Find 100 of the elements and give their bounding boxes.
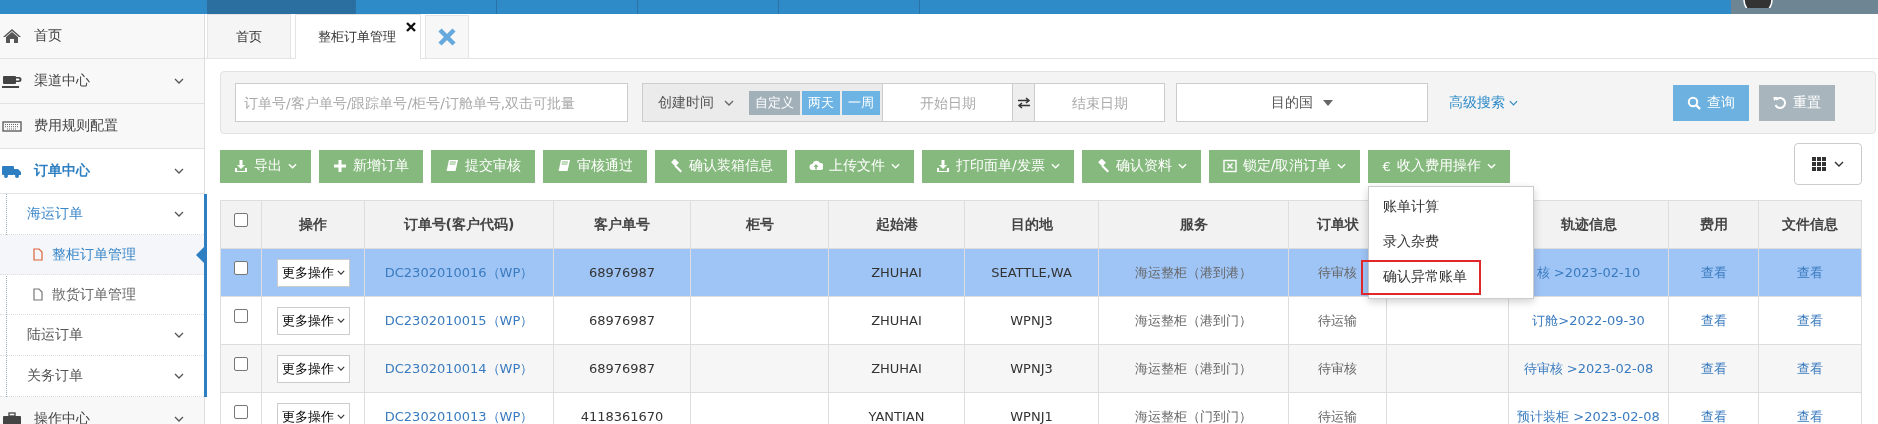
column-header: 文件信息 — [1781, 214, 1839, 234]
checkbox[interactable] — [234, 356, 248, 371]
file-icon — [33, 248, 43, 261]
order-link[interactable]: DC2302010014（WP） — [384, 359, 534, 378]
chevron-down-icon — [174, 332, 184, 338]
user-panel[interactable] — [1731, 0, 1878, 14]
close-icon — [437, 27, 457, 47]
view-link[interactable]: 查看 — [1797, 359, 1823, 378]
country-select[interactable]: 目的国 — [1176, 83, 1428, 122]
sidebar-item[interactable]: 散货订单管理 — [0, 275, 204, 315]
more-actions-button[interactable]: 更多操作 — [276, 402, 350, 424]
table-cell: 海运整柜（门到门） — [1135, 407, 1252, 424]
download-icon — [936, 159, 950, 173]
book-icon — [445, 159, 459, 173]
sidebar-item[interactable]: 整柜订单管理 — [0, 235, 204, 275]
start-date-field[interactable]: 开始日期 — [882, 84, 1012, 121]
grid-icon — [1812, 157, 1826, 171]
table-row[interactable]: 更多操作 DC2302010014（WP） 68976987 ZHUHAI WPNJ3 海运整柜（港到门） 待审核 待审核 >2023-02-08 查看 查看 — [221, 345, 1861, 393]
sidebar-item[interactable]: 渠道中心 — [0, 59, 204, 104]
table-cell: 68976987 — [588, 265, 656, 280]
track-link[interactable]: 预计装柜 >2023-02-08 — [1517, 407, 1660, 424]
table-row[interactable]: 更多操作 DC2302010013（WP） 4118361670 YANTIAN WPNJ1 海运整柜（门到门） 待运输 预计装柜 >2023-02-08 查看 查看 — [221, 393, 1861, 424]
table-cell: 68976987 — [588, 313, 656, 328]
table-cell: YANTIAN — [868, 409, 925, 424]
search-field[interactable]: 订单号/客户单号/跟踪单号/柜号/订舱单号,双击可批量 — [235, 83, 628, 122]
cloud-upload-icon — [809, 159, 823, 173]
chevron-down-icon — [1486, 163, 1496, 169]
view-link[interactable]: 查看 — [1700, 407, 1727, 424]
checkbox[interactable] — [234, 308, 248, 323]
column-header: 订单号(客户代码) — [365, 201, 554, 248]
table-cell: 海运整柜（港到门） — [1135, 311, 1252, 330]
sidebar-item[interactable]: 费用规则配置 — [0, 104, 204, 149]
sidebar-item[interactable]: 陆运订单 — [0, 315, 204, 356]
view-link[interactable]: 查看 — [1797, 263, 1823, 282]
table-cell: ZHUHAI — [871, 313, 922, 328]
pointer-icon — [196, 247, 204, 263]
chevron-down-icon — [1834, 161, 1844, 167]
book-icon — [557, 159, 571, 173]
track-link[interactable]: 订舱>2022-09-30 — [1532, 311, 1645, 330]
chevron-down-icon — [174, 78, 184, 84]
chevron-down-icon — [336, 366, 345, 371]
column-header: 操作 — [262, 201, 365, 248]
tab[interactable]: 整柜订单管理 — [295, 14, 421, 59]
caret-icon — [1323, 99, 1333, 106]
column-header: 服务 — [1099, 201, 1289, 248]
chevron-down-icon — [174, 416, 184, 422]
briefcase-icon — [2, 411, 22, 424]
cup-icon — [2, 73, 22, 89]
view-link[interactable]: 查看 — [1797, 407, 1823, 424]
table-cell: WPNJ3 — [1010, 361, 1053, 376]
view-link[interactable]: 查看 — [1700, 359, 1727, 378]
checkbox[interactable] — [234, 260, 248, 275]
menu-item[interactable]: 确认异常账单 — [1361, 259, 1482, 295]
chevron-down-icon — [1337, 163, 1347, 169]
more-actions-button[interactable]: 更多操作 — [276, 258, 350, 287]
end-date-field[interactable]: 结束日期 — [1034, 84, 1164, 121]
date-type-select[interactable]: 创建时间 — [643, 84, 749, 121]
keyboard-icon — [2, 118, 22, 134]
plus-icon — [333, 159, 347, 173]
order-link[interactable]: DC2302010013（WP） — [384, 407, 534, 424]
gavel-icon — [1095, 159, 1110, 173]
table-cell: WPNJ1 — [1010, 409, 1053, 424]
view-link[interactable]: 查看 — [1797, 311, 1823, 330]
advanced-search-link[interactable]: 高级搜索 — [1449, 93, 1518, 112]
order-link[interactable]: DC2302010015（WP） — [384, 311, 534, 330]
avatar-icon — [1743, 0, 1773, 8]
table-cell: 待审核 — [1318, 263, 1357, 282]
tab[interactable]: 首页 — [207, 14, 291, 58]
chevron-down-icon — [1177, 163, 1187, 169]
sidebar-item[interactable]: 首页 — [0, 14, 204, 59]
table-cell: SEATTLE,WA — [991, 265, 1072, 280]
more-actions-button[interactable]: 更多操作 — [276, 354, 350, 383]
gavel-icon — [669, 159, 683, 173]
view-link[interactable]: 查看 — [1700, 311, 1727, 330]
file-icon — [33, 288, 43, 301]
table-cell: 待运输 — [1318, 311, 1357, 330]
close-all-button[interactable] — [425, 15, 469, 58]
checkbox[interactable] — [234, 212, 248, 227]
checkbox[interactable] — [234, 404, 248, 419]
table-cell: 4118361670 — [580, 409, 664, 424]
more-actions-button[interactable]: 更多操作 — [276, 306, 350, 335]
chevron-down-icon — [724, 99, 734, 106]
column-header: 费用 — [1669, 201, 1759, 248]
table-cell: 海运整柜（港到港） — [1135, 263, 1252, 282]
chevron-down-icon — [336, 270, 345, 275]
track-link[interactable]: 核 >2023-02-10 — [1536, 263, 1641, 282]
chevron-down-icon — [336, 318, 345, 323]
table-cell: ZHUHAI — [871, 361, 922, 376]
order-link[interactable]: DC2302010016（WP） — [384, 263, 534, 282]
chevron-down-icon — [891, 163, 900, 169]
query-button[interactable]: 查询 — [1673, 84, 1749, 121]
view-link[interactable]: 查看 — [1700, 263, 1727, 282]
table-cell: WPNJ3 — [1010, 313, 1053, 328]
column-header: 客户单号 — [554, 201, 691, 248]
home-icon — [2, 28, 22, 44]
table-cell: 海运整柜（港到门） — [1135, 359, 1252, 378]
chevron-down-icon — [1509, 99, 1518, 106]
columns-button[interactable] — [1794, 143, 1862, 185]
close-icon[interactable] — [406, 22, 416, 32]
track-link[interactable]: 待审核 >2023-02-08 — [1523, 359, 1654, 378]
